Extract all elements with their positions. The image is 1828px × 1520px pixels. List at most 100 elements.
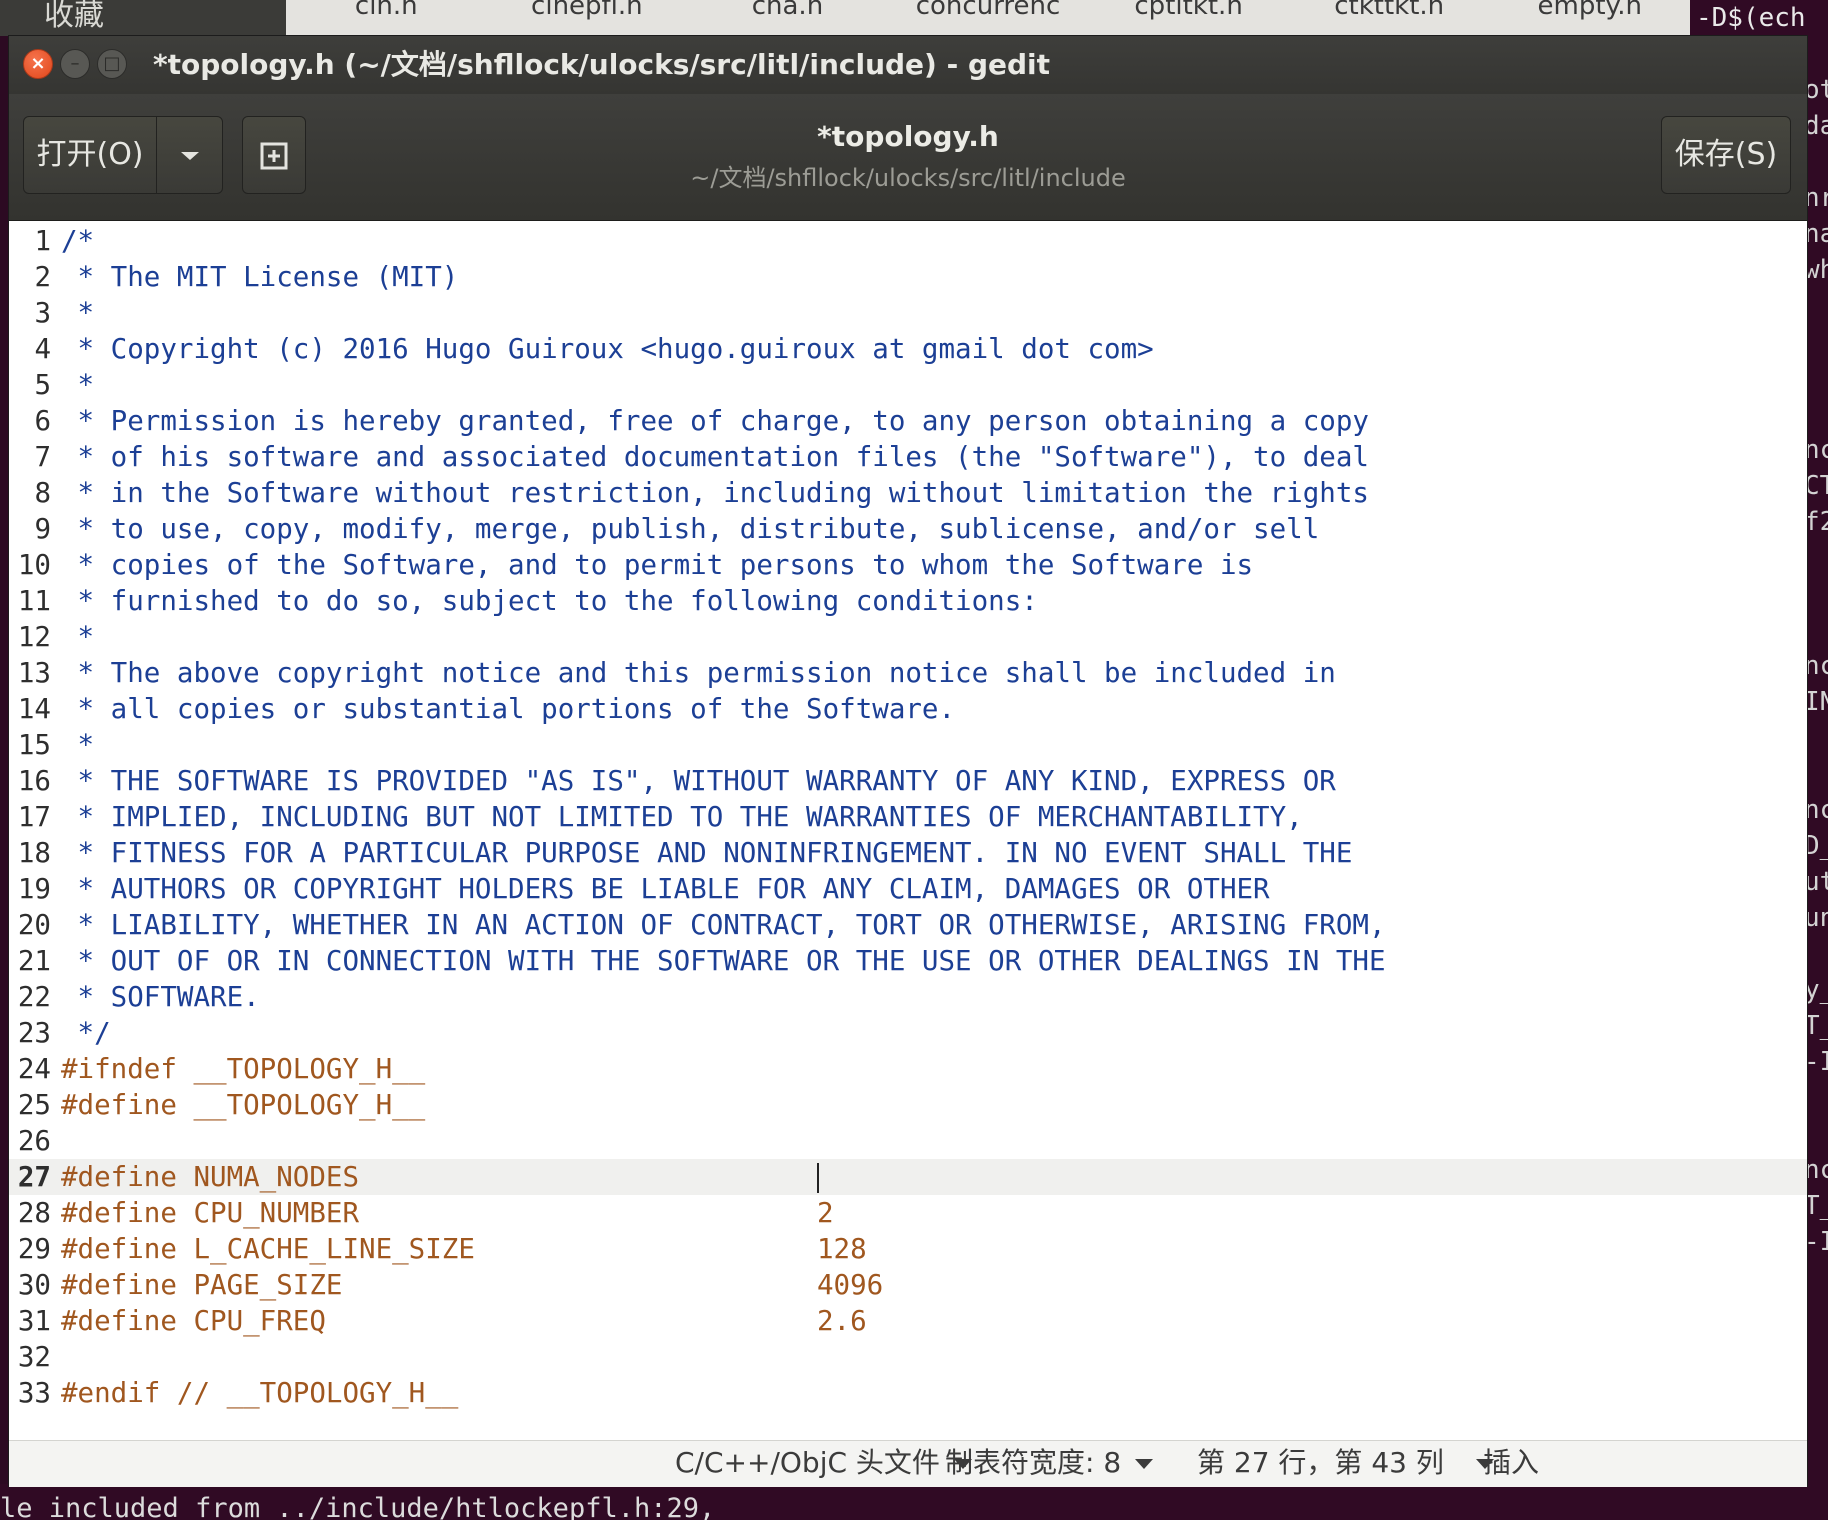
background-tabbar: 收藏 clh.h clhepfl.h cna.h concurrenc cptltkt.… <box>0 0 1700 36</box>
comment-text: * to use, copy, modify, merge, publish, … <box>61 513 1320 545</box>
macro-value: 128 <box>817 1233 867 1265</box>
code-line[interactable]: 21 * OUT OF OR IN CONNECTION WITH THE SO… <box>9 943 1807 979</box>
code-line[interactable]: 8 * in the Software without restriction,… <box>9 475 1807 511</box>
background-terminal-bottom: le included from ../include/htlockepfl.h… <box>0 1484 1828 1520</box>
code-line[interactable]: 7 * of his software and associated docum… <box>9 439 1807 475</box>
maximize-window-button[interactable]: □ <box>97 49 127 79</box>
code-line[interactable]: 16 * THE SOFTWARE IS PROVIDED "AS IS", W… <box>9 763 1807 799</box>
line-number: 10 <box>17 549 51 581</box>
gedit-window: × – □ *topology.h (~/文档/shfllock/ulocks/… <box>9 36 1807 1487</box>
line-number: 6 <box>34 405 51 437</box>
close-window-button[interactable]: × <box>23 49 53 79</box>
line-number: 15 <box>17 729 51 761</box>
code-line[interactable]: 3 * <box>9 295 1807 331</box>
line-number: 24 <box>17 1053 51 1085</box>
code-line[interactable]: 18 * FITNESS FOR A PARTICULAR PURPOSE AN… <box>9 835 1807 871</box>
line-number: 5 <box>34 369 51 401</box>
comment-text: */ <box>61 1017 111 1049</box>
line-number: 17 <box>17 801 51 833</box>
code-line[interactable]: 32 <box>9 1339 1807 1375</box>
comment-text: * AUTHORS OR COPYRIGHT HOLDERS BE LIABLE… <box>61 873 1270 905</box>
code-line[interactable]: 31 #define CPU_FREQ 2.6 <box>9 1303 1807 1339</box>
line-number: 2 <box>34 261 51 293</box>
tab-width-label: 制表符宽度: 8 <box>945 1446 1122 1479</box>
code-line[interactable]: 19 * AUTHORS OR COPYRIGHT HOLDERS BE LIA… <box>9 871 1807 907</box>
code-line[interactable]: 10 * copies of the Software, and to perm… <box>9 547 1807 583</box>
code-line[interactable]: 17 * IMPLIED, INCLUDING BUT NOT LIMITED … <box>9 799 1807 835</box>
code-line[interactable]: 22 * SOFTWARE. <box>9 979 1807 1015</box>
code-line[interactable]: 2 * The MIT License (MIT) <box>9 259 1807 295</box>
line-number: 8 <box>34 477 51 509</box>
insert-mode-indicator[interactable]: 插入 <box>1483 1441 1539 1487</box>
background-tab: clhepfl.h <box>531 0 643 21</box>
preprocessor-directive: #define L_CACHE_LINE_SIZE <box>61 1233 475 1265</box>
document-path: ~/文档/shfllock/ulocks/src/litl/include <box>690 164 1126 192</box>
line-number: 33 <box>17 1377 51 1409</box>
code-line[interactable]: 30 #define PAGE_SIZE 4096 <box>9 1267 1807 1303</box>
background-tab: concurrenc <box>915 0 1061 21</box>
code-line[interactable]: 26 <box>9 1123 1807 1159</box>
line-number: 29 <box>17 1233 51 1265</box>
preprocessor-directive: #ifndef __TOPOLOGY_H__ <box>61 1053 426 1085</box>
window-titlebar[interactable]: × – □ *topology.h (~/文档/shfllock/ulocks/… <box>9 36 1807 94</box>
background-tab: clh.h <box>354 0 418 21</box>
comment-text: * in the Software without restriction, i… <box>61 477 1369 509</box>
minimize-window-button[interactable]: – <box>60 49 90 79</box>
cursor-position-selector[interactable]: 第 27 行，第 43 列 <box>1197 1441 1494 1487</box>
comment-text: * The MIT License (MIT) <box>61 261 459 293</box>
preprocessor-directive: #define __TOPOLOGY_H__ <box>61 1089 426 1121</box>
comment-text: * FITNESS FOR A PARTICULAR PURPOSE AND N… <box>61 837 1353 869</box>
preprocessor-directive: #endif // __TOPOLOGY_H__ <box>61 1377 459 1409</box>
line-number: 4 <box>34 333 51 365</box>
document-title: *topology.h <box>817 120 999 153</box>
code-line[interactable]: 28 #define CPU_NUMBER 2 <box>9 1195 1807 1231</box>
code-line[interactable]: 24 #ifndef __TOPOLOGY_H__ <box>9 1051 1807 1087</box>
code-line[interactable]: 11 * furnished to do so, subject to the … <box>9 583 1807 619</box>
tab-width-selector[interactable]: 制表符宽度: 8 <box>945 1441 1154 1487</box>
text-editor[interactable]: 1/* 2 * The MIT License (MIT) 3 * 4 * Copyr… <box>9 221 1807 1440</box>
macro-value: 2.6 <box>817 1305 867 1337</box>
comment-text: * <box>61 369 95 401</box>
line-number: 14 <box>17 693 51 725</box>
code-line[interactable]: 25 #define __TOPOLOGY_H__ <box>9 1087 1807 1123</box>
code-line[interactable]: 9 * to use, copy, modify, merge, publish… <box>9 511 1807 547</box>
language-selector[interactable]: C/C++/ObjC 头文件 <box>675 1441 972 1487</box>
background-tab: cptltkt.h <box>1134 0 1243 21</box>
code-line[interactable]: 29 #define L_CACHE_LINE_SIZE 128 <box>9 1231 1807 1267</box>
line-number: 7 <box>34 441 51 473</box>
line-number: 20 <box>17 909 51 941</box>
code-line[interactable]: 20 * LIABILITY, WHETHER IN AN ACTION OF … <box>9 907 1807 943</box>
background-tab: empty.h <box>1537 0 1642 21</box>
code-line[interactable]: 23 */ <box>9 1015 1807 1051</box>
line-number: 18 <box>17 837 51 869</box>
line-number: 23 <box>17 1017 51 1049</box>
code-line[interactable]: 27 #define NUMA_NODES <box>9 1159 1807 1195</box>
macro-value: 2 <box>817 1197 834 1229</box>
code-line[interactable]: 5 * <box>9 367 1807 403</box>
comment-text: * The above copyright notice and this pe… <box>61 657 1336 689</box>
code-view[interactable]: 1/* 2 * The MIT License (MIT) 3 * 4 * Copyr… <box>9 223 1807 1411</box>
comment-text: * Permission is hereby granted, free of … <box>61 405 1369 437</box>
comment-text: * OUT OF OR IN CONNECTION WITH THE SOFTW… <box>61 945 1386 977</box>
terminal-line: -D$(ech <box>1696 3 1806 33</box>
comment-text: * IMPLIED, INCLUDING BUT NOT LIMITED TO … <box>61 801 1303 833</box>
line-number: 1 <box>34 225 51 257</box>
code-line[interactable]: 14 * all copies or substantial portions … <box>9 691 1807 727</box>
code-line[interactable]: 4 * Copyright (c) 2016 Hugo Guiroux <hug… <box>9 331 1807 367</box>
code-line[interactable]: 1 /* <box>9 223 1807 259</box>
headerbar: 打开(O) *topology.h ~/文档/shfllock/ulocks/s… <box>9 94 1807 221</box>
comment-text: * copies of the Software, and to permit … <box>61 549 1254 581</box>
macro-value: 4096 <box>817 1269 884 1301</box>
line-number: 3 <box>34 297 51 329</box>
code-line[interactable]: 15 * <box>9 727 1807 763</box>
comment-text: * furnished to do so, subject to the fol… <box>61 585 1038 617</box>
cursor-position-label: 第 27 行，第 43 列 <box>1197 1446 1444 1479</box>
code-line[interactable]: 12 * <box>9 619 1807 655</box>
comment-text: * THE SOFTWARE IS PROVIDED "AS IS", WITH… <box>61 765 1336 797</box>
save-button[interactable]: 保存(S) <box>1661 116 1791 194</box>
window-title: *topology.h (~/文档/shfllock/ulocks/src/li… <box>153 48 1051 81</box>
comment-text: * Copyright (c) 2016 Hugo Guiroux <hugo.… <box>61 333 1154 365</box>
code-line[interactable]: 33 #endif // __TOPOLOGY_H__ <box>9 1375 1807 1411</box>
code-line[interactable]: 6 * Permission is hereby granted, free o… <box>9 403 1807 439</box>
code-line[interactable]: 13 * The above copyright notice and this… <box>9 655 1807 691</box>
